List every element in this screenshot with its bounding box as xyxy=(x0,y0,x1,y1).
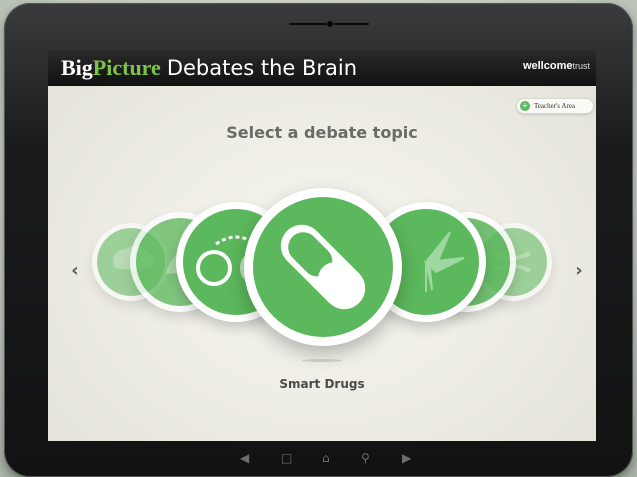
page-title: Select a debate topic xyxy=(226,123,418,142)
app-title: BigPicture Debates the Brain xyxy=(61,53,357,83)
brand-big: Big xyxy=(61,55,93,80)
home-icon[interactable]: ⌂ xyxy=(322,451,330,465)
play-arrow-icon[interactable]: ▶ xyxy=(402,451,411,465)
teachers-area-label: Teacher's Area xyxy=(534,102,575,110)
selection-shadow xyxy=(302,359,342,362)
plus-circle-icon: + xyxy=(520,101,530,111)
back-arrow-icon[interactable]: ◀ xyxy=(240,451,249,465)
topic-carousel xyxy=(48,188,596,346)
brand-subtitle: Debates the Brain xyxy=(166,56,358,80)
topic-smart-drugs[interactable] xyxy=(244,188,402,346)
teachers-area-button[interactable]: + Teacher's Area xyxy=(516,98,594,114)
device-navigation-bar: ◀ □ ⌂ ⚲ ▶ xyxy=(4,445,637,475)
selected-topic-label: Smart Drugs xyxy=(279,377,365,391)
pill-capsule-icon xyxy=(280,224,366,310)
camera xyxy=(326,20,334,28)
recent-apps-icon[interactable]: □ xyxy=(281,451,292,465)
sponsor-logo: wellcometrust xyxy=(523,60,590,72)
brand-picture: Picture xyxy=(92,55,161,80)
tablet-device: BigPicture Debates the Brain wellcometrus… xyxy=(4,3,633,477)
search-icon[interactable]: ⚲ xyxy=(361,451,370,465)
app-screen: BigPicture Debates the Brain wellcometrus… xyxy=(48,50,596,441)
app-header: BigPicture Debates the Brain wellcometrus… xyxy=(48,50,596,86)
sponsor-suffix: trust xyxy=(572,61,590,71)
sponsor-name: wellcome xyxy=(522,60,573,72)
